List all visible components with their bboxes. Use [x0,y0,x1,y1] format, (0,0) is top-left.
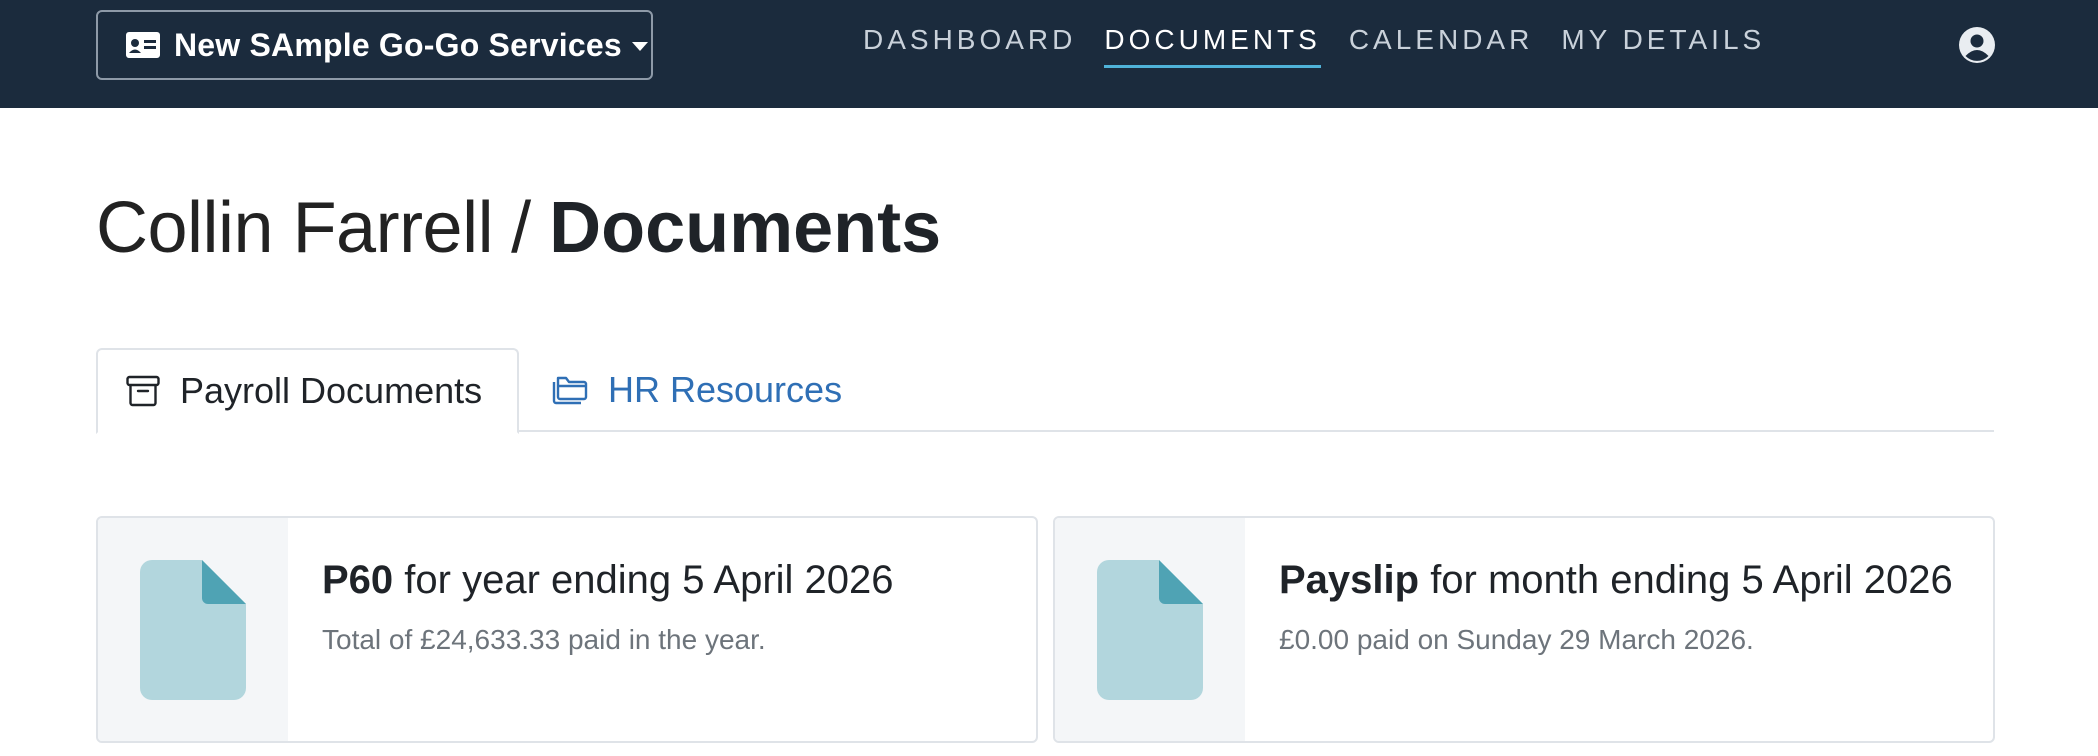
document-type: Payslip [1279,558,1420,602]
nav-item-dashboard[interactable]: DASHBOARD [863,18,1076,62]
breadcrumb-person: Collin Farrell [96,188,494,268]
user-account-icon[interactable] [1958,26,1996,64]
document-icon [140,560,246,700]
chevron-down-icon [631,42,648,51]
document-thumbnail [1055,518,1245,741]
document-thumbnail [98,518,288,741]
document-description: £0.00 paid on Sunday 29 March 2026. [1279,624,1754,655]
document-title: Payslip for month ending 5 April 2026 [1279,558,1953,603]
document-type: P60 [322,558,394,602]
document-card-p60[interactable]: P60 for year ending 5 April 2026 Total o… [96,516,1038,743]
breadcrumb-separator: / [511,188,532,268]
breadcrumb-current: Documents [549,188,942,268]
document-description: Total of £24,633.33 paid in the year. [322,624,766,655]
nav-item-documents[interactable]: DOCUMENTS [1104,18,1322,68]
document-icon [1097,560,1203,700]
document-title: P60 for year ending 5 April 2026 [322,558,894,603]
top-nav-bar: New SAmple Go-Go Services DASHBOARD DOCU… [0,0,2098,108]
tab-hr-resources[interactable]: HR Resources [548,348,842,432]
main-nav: DASHBOARD DOCUMENTS CALENDAR MY DETAILS [863,0,1793,80]
folders-icon [552,376,588,405]
archive-box-icon [126,375,160,407]
company-switcher-button[interactable]: New SAmple Go-Go Services [96,10,653,80]
document-period: for month ending 5 April 2026 [1419,558,1953,602]
tab-payroll-documents[interactable]: Payroll Documents [96,348,519,434]
document-period: for year ending 5 April 2026 [393,558,894,602]
company-name: New SAmple Go-Go Services [174,26,622,63]
nav-item-my-details[interactable]: MY DETAILS [1561,18,1765,62]
document-tabs: Payroll Documents HR Resources [96,348,1994,434]
tab-label: Payroll Documents [180,370,483,411]
page-title: Collin Farrell / Documents [96,188,941,268]
document-card-payslip[interactable]: Payslip for month ending 5 April 2026 £0… [1053,516,1995,743]
tab-label: HR Resources [608,369,843,410]
nav-item-calendar[interactable]: CALENDAR [1349,18,1533,62]
id-card-icon [126,32,160,58]
